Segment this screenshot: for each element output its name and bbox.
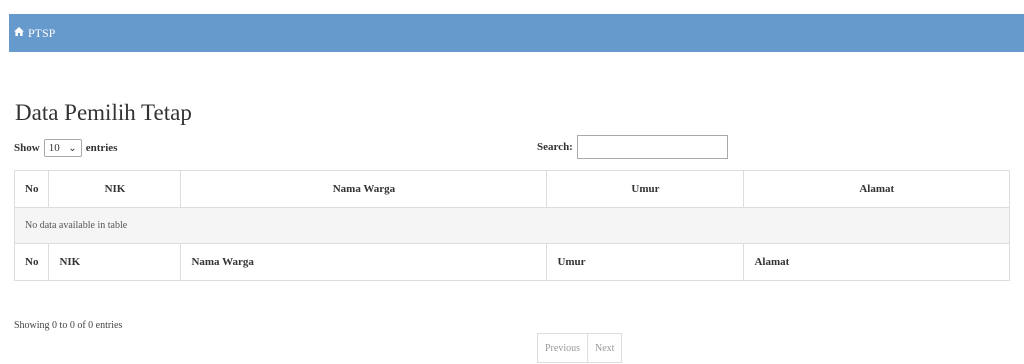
top-navbar: PTSP: [9, 14, 1024, 52]
voter-table: No NIK Nama Warga Umur Alamat No data av…: [13, 170, 1010, 281]
show-label: Show: [14, 142, 40, 154]
chevron-down-icon: ⌄: [68, 142, 77, 154]
footer-umur: Umur: [546, 243, 745, 281]
entries-label: entries: [85, 142, 118, 154]
footer-nama-warga: Nama Warga: [180, 243, 548, 281]
empty-table-message: No data available in table: [14, 207, 1010, 244]
header-no[interactable]: No: [13, 170, 50, 208]
header-nama-warga[interactable]: Nama Warga: [180, 170, 548, 208]
entries-select[interactable]: 10 ⌄: [43, 139, 82, 157]
table-info: Showing 0 to 0 of 0 entries: [14, 320, 123, 331]
header-alamat[interactable]: Alamat: [743, 170, 1010, 208]
navbar-brand[interactable]: PTSP: [28, 26, 55, 41]
entries-length-control: Show 10 ⌄ entries: [14, 139, 117, 157]
next-button[interactable]: Next: [588, 333, 623, 363]
table-header-row: No NIK Nama Warga Umur Alamat: [13, 170, 1010, 208]
footer-alamat: Alamat: [743, 243, 1010, 281]
search-label: Search:: [537, 141, 573, 153]
page-title: Data Pemilih Tetap: [15, 100, 192, 125]
entries-select-value: 10: [48, 142, 60, 154]
search-input[interactable]: [576, 135, 728, 159]
previous-button[interactable]: Previous: [537, 333, 588, 363]
header-umur[interactable]: Umur: [546, 170, 745, 208]
table-row: No data available in table: [14, 207, 1010, 244]
pagination: Previous Next: [537, 333, 623, 363]
home-icon[interactable]: [14, 27, 24, 39]
table-footer-row: No NIK Nama Warga Umur Alamat: [13, 243, 1010, 281]
header-nik[interactable]: NIK: [48, 170, 182, 208]
footer-no: No: [13, 243, 50, 281]
search-control: Search:: [537, 135, 728, 159]
footer-nik: NIK: [48, 243, 182, 281]
